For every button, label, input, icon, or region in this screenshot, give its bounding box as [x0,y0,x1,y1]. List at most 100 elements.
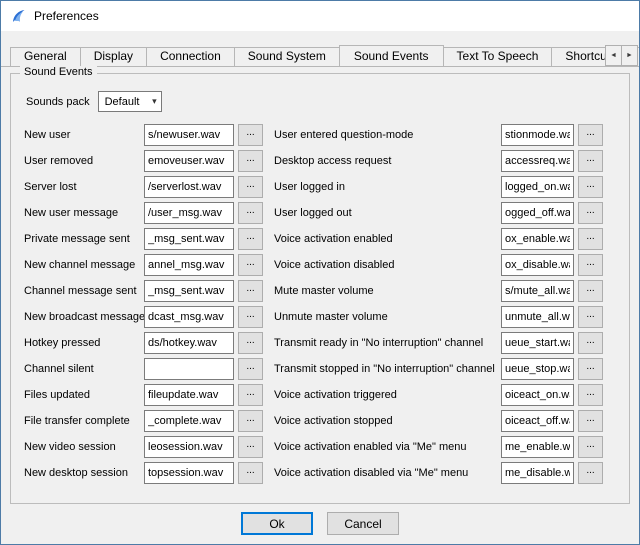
event-label: File transfer complete [24,415,144,427]
sound-file-input[interactable] [144,150,234,172]
event-label: Files updated [24,389,144,401]
tab-sound-events[interactable]: Sound Events [339,45,444,67]
sound-event-row: Voice activation disabled via "Me" menu … [274,460,603,486]
sound-file-input[interactable] [144,280,234,302]
browse-button[interactable]: ... [578,228,603,250]
events-column-right: User entered question-mode ... Desktop a… [274,122,603,486]
sound-event-row: Transmit stopped in "No interruption" ch… [274,356,603,382]
sound-file-input[interactable] [144,124,234,146]
sounds-pack-row: Sounds pack Default ▾ [26,91,623,112]
sound-event-row: New broadcast message ... [24,304,263,330]
sound-file-input[interactable] [501,254,574,276]
sound-file-input[interactable] [501,410,574,432]
tab-connection[interactable]: Connection [146,47,235,66]
sound-file-input[interactable] [144,254,234,276]
tab-scroll-right-button[interactable]: ► [621,45,638,66]
browse-button[interactable]: ... [578,358,603,380]
sound-file-input[interactable] [501,124,574,146]
tab-text-to-speech[interactable]: Text To Speech [443,47,553,66]
sound-event-row: Voice activation triggered ... [274,382,603,408]
event-label: Voice activation disabled via "Me" menu [274,467,501,479]
event-label: Hotkey pressed [24,337,144,349]
event-label: User logged in [274,181,501,193]
sound-file-input[interactable] [501,436,574,458]
browse-button[interactable]: ... [578,202,603,224]
browse-button[interactable]: ... [238,332,263,354]
sound-event-row: Transmit ready in "No interruption" chan… [274,330,603,356]
tab-scroll-buttons: ◄ ► [606,45,638,66]
sound-file-input[interactable] [144,384,234,406]
event-label: Transmit stopped in "No interruption" ch… [274,363,501,375]
sound-event-row: Desktop access request ... [274,148,603,174]
browse-button[interactable]: ... [578,436,603,458]
browse-button[interactable]: ... [238,436,263,458]
browse-button[interactable]: ... [238,358,263,380]
browse-button[interactable]: ... [238,280,263,302]
tab-general[interactable]: General [10,47,81,66]
browse-button[interactable]: ... [238,176,263,198]
sound-file-input[interactable] [501,202,574,224]
events-column-left: New user ... User removed ... Server los… [24,122,263,486]
sound-file-input[interactable] [501,332,574,354]
sound-event-row: Hotkey pressed ... [24,330,263,356]
tab-scroll-left-button[interactable]: ◄ [605,45,622,66]
event-label: User entered question-mode [274,129,501,141]
event-label: Voice activation enabled [274,233,501,245]
tab-sound-system[interactable]: Sound System [234,47,340,66]
browse-button[interactable]: ... [238,228,263,250]
sound-file-input[interactable] [144,462,234,484]
browse-button[interactable]: ... [238,124,263,146]
sound-event-row: New user message ... [24,200,263,226]
browse-button[interactable]: ... [238,254,263,276]
sound-event-row: Voice activation enabled ... [274,226,603,252]
sound-file-input[interactable] [501,306,574,328]
sound-file-input[interactable] [501,228,574,250]
sounds-pack-label: Sounds pack [26,96,90,108]
sound-event-row: Channel message sent ... [24,278,263,304]
browse-button[interactable]: ... [578,254,603,276]
browse-button[interactable]: ... [238,462,263,484]
sound-event-row: Private message sent ... [24,226,263,252]
sound-file-input[interactable] [501,358,574,380]
browse-button[interactable]: ... [578,306,603,328]
sound-file-input[interactable] [501,150,574,172]
tab-bar: General Display Connection Sound System … [1,44,639,67]
sound-file-input[interactable] [144,436,234,458]
tab-display[interactable]: Display [80,47,147,66]
sound-event-row: New desktop session ... [24,460,263,486]
browse-button[interactable]: ... [578,150,603,172]
browse-button[interactable]: ... [238,306,263,328]
event-label: Channel silent [24,363,144,375]
sound-file-input[interactable] [144,228,234,250]
sound-event-row: Voice activation enabled via "Me" menu .… [274,434,603,460]
sound-file-input[interactable] [144,176,234,198]
browse-button[interactable]: ... [578,462,603,484]
sound-file-input[interactable] [501,176,574,198]
browse-button[interactable]: ... [238,202,263,224]
browse-button[interactable]: ... [578,124,603,146]
event-label: New broadcast message [24,311,144,323]
browse-button[interactable]: ... [578,176,603,198]
sound-file-input[interactable] [144,410,234,432]
browse-button[interactable]: ... [238,384,263,406]
browse-button[interactable]: ... [578,332,603,354]
ok-button[interactable]: Ok [241,512,313,535]
browse-button[interactable]: ... [578,410,603,432]
sound-file-input[interactable] [501,280,574,302]
browse-button[interactable]: ... [578,280,603,302]
cancel-button[interactable]: Cancel [327,512,399,535]
sounds-pack-select[interactable]: Default ▾ [98,91,162,112]
browse-button[interactable]: ... [578,384,603,406]
sound-file-input[interactable] [144,358,234,380]
browse-button[interactable]: ... [238,410,263,432]
sound-file-input[interactable] [501,462,574,484]
sound-file-input[interactable] [144,202,234,224]
browse-button[interactable]: ... [238,150,263,172]
event-label: Voice activation enabled via "Me" menu [274,441,501,453]
app-icon [10,8,27,25]
sound-file-input[interactable] [144,306,234,328]
sound-file-input[interactable] [501,384,574,406]
sound-file-input[interactable] [144,332,234,354]
event-label: Voice activation triggered [274,389,501,401]
chevron-down-icon: ▾ [152,96,157,107]
